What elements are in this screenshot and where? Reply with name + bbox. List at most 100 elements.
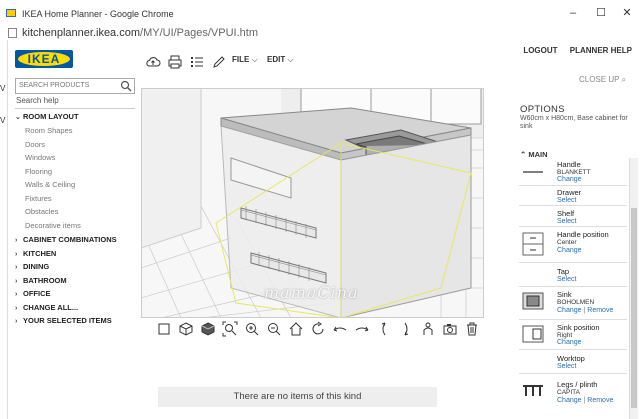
category-bathroom[interactable]: › BATHROOM xyxy=(15,276,67,285)
chevron-down-icon: ⌄ xyxy=(15,114,21,121)
sink-thumbnail xyxy=(522,292,544,310)
option-legs-plinth[interactable]: Legs / plinth CAPITA Change | Remove xyxy=(519,374,627,419)
trash-icon[interactable] xyxy=(464,320,480,338)
option-value: CAPITA xyxy=(557,389,580,396)
room-layout-item[interactable]: Obstacles xyxy=(25,207,58,216)
option-name: Tap xyxy=(557,267,570,276)
camera-icon[interactable] xyxy=(442,320,458,338)
category-dining[interactable]: › DINING xyxy=(15,262,49,271)
option-change-link[interactable]: Change xyxy=(557,397,582,404)
option-name: Handle xyxy=(557,160,581,169)
close-up-icon: ⌕ xyxy=(621,75,626,84)
option-name: Sink xyxy=(557,290,572,299)
room-layout-item[interactable]: Decorative items xyxy=(25,221,81,230)
list-icon[interactable] xyxy=(189,54,205,70)
url-path: /MY/UI/Pages/VPUI.htm xyxy=(140,27,258,39)
category-cabinet-combinations[interactable]: › CABINET COMBINATIONS xyxy=(15,235,117,244)
maximize-icon[interactable]: ☐ xyxy=(594,6,608,20)
option-worktop[interactable]: Worktop Select xyxy=(519,350,627,374)
cube-outline-icon[interactable] xyxy=(178,320,194,338)
minimize-icon[interactable]: – xyxy=(566,6,580,20)
search-icon[interactable] xyxy=(120,80,132,92)
cube-solid-icon[interactable] xyxy=(200,320,216,338)
edit-menu[interactable]: EDIT ⌵ xyxy=(267,55,294,65)
option-remove-link[interactable]: Remove xyxy=(587,307,613,314)
rotate-left-icon[interactable] xyxy=(376,320,392,338)
box-icon[interactable] xyxy=(156,320,172,338)
option-select-link[interactable]: Select xyxy=(557,363,576,370)
option-drawer[interactable]: Drawer Select xyxy=(519,186,627,206)
print-icon[interactable] xyxy=(167,54,183,70)
person-view-icon[interactable] xyxy=(420,320,436,338)
address-bar[interactable]: kitchenplanner.ikea.com/MY/UI/Pages/VPUI… xyxy=(0,26,640,40)
window-titlebar: IKEA Home Planner - Google Chrome – ☐ ✕ xyxy=(0,0,640,26)
search-help-link[interactable]: Search help xyxy=(16,96,59,105)
edit-menu-label: EDIT xyxy=(267,55,286,64)
room-layout-item[interactable]: Room Shapes xyxy=(25,126,73,135)
arrow-right-icon[interactable] xyxy=(354,320,370,338)
rotate-icon[interactable] xyxy=(310,320,326,338)
pencil-icon[interactable] xyxy=(211,54,227,70)
chevron-right-icon: › xyxy=(15,305,18,312)
logo-text: IKEA xyxy=(27,52,61,66)
option-select-link[interactable]: Select xyxy=(557,197,576,204)
option-sink-position[interactable]: Sink position Right Change xyxy=(519,320,627,350)
option-change-link[interactable]: Change xyxy=(557,247,582,254)
zoom-fit-icon[interactable] xyxy=(222,320,238,338)
category-kitchen[interactable]: › KITCHEN xyxy=(15,249,56,258)
arrow-left-icon[interactable] xyxy=(332,320,348,338)
window-title: IKEA Home Planner - Google Chrome xyxy=(22,9,174,19)
home-icon[interactable] xyxy=(288,320,304,338)
option-change-link[interactable]: Change xyxy=(557,307,582,314)
category-label: DINING xyxy=(23,262,50,271)
option-handle[interactable]: Handle BLANKETT Change xyxy=(519,158,627,186)
option-shelf[interactable]: Shelf Select xyxy=(519,206,627,227)
option-value: BOHOLMEN xyxy=(557,299,595,306)
option-remove-link[interactable]: Remove xyxy=(587,397,613,404)
ikea-logo[interactable]: IKEA xyxy=(15,50,73,68)
scrollbar-thumb[interactable] xyxy=(631,208,637,408)
url-text[interactable]: kitchenplanner.ikea.com/MY/UI/Pages/VPUI… xyxy=(22,27,258,39)
category-label: OFFICE xyxy=(23,289,51,298)
zoom-out-icon[interactable] xyxy=(266,320,282,338)
rotate-right-icon[interactable] xyxy=(398,320,414,338)
category-change-all[interactable]: › CHANGE ALL... xyxy=(15,303,78,312)
search-input[interactable]: SEARCH PRODUCTS xyxy=(15,78,135,94)
handle-position-thumbnail xyxy=(522,232,544,256)
category-office[interactable]: › OFFICE xyxy=(15,289,51,298)
file-menu[interactable]: FILE ⌵ xyxy=(232,55,258,65)
chevron-down-icon: ⌵ xyxy=(251,55,258,64)
option-select-link[interactable]: Select xyxy=(557,276,576,283)
zoom-in-icon[interactable] xyxy=(244,320,260,338)
no-items-message: There are no items of this kind xyxy=(158,387,437,407)
options-scrollbar[interactable] xyxy=(629,158,638,419)
3d-view-canvas[interactable]: mamaCina xyxy=(141,88,484,318)
legs-thumbnail xyxy=(523,385,543,396)
planner-help-link[interactable]: PLANNER HELP xyxy=(570,46,632,55)
option-change-link[interactable]: Change xyxy=(557,339,582,346)
option-tap[interactable]: Tap Select xyxy=(519,263,627,287)
category-your-selected-items[interactable]: › YOUR SELECTED ITEMS xyxy=(15,316,112,325)
category-label: CHANGE ALL... xyxy=(23,303,79,312)
chevron-right-icon: › xyxy=(15,237,18,244)
edge-text-2: V xyxy=(0,116,6,125)
option-select-link[interactable]: Select xyxy=(557,218,576,225)
close-up-button[interactable]: CLOSE UP ⌕ xyxy=(579,75,626,85)
room-layout-item[interactable]: Doors xyxy=(25,140,45,149)
option-name: Legs / plinth xyxy=(557,380,598,389)
room-layout-item[interactable]: Windows xyxy=(25,153,55,162)
close-icon[interactable]: ✕ xyxy=(620,6,634,20)
logout-link[interactable]: LOGOUT xyxy=(523,46,557,55)
cloud-save-icon[interactable] xyxy=(145,54,161,70)
category-label: BATHROOM xyxy=(23,276,67,285)
option-change-link[interactable]: Change xyxy=(557,176,582,183)
option-name: Handle position xyxy=(557,230,609,239)
room-layout-item[interactable]: Fixtures xyxy=(25,194,52,203)
page-icon xyxy=(8,28,17,38)
room-layout-item[interactable]: Walls & Ceiling xyxy=(25,180,75,189)
options-list: Handle BLANKETT Change Drawer Select She… xyxy=(519,158,627,419)
category-room-layout[interactable]: ⌄ ROOM LAYOUT xyxy=(15,112,79,121)
option-handle-position[interactable]: Handle position Center Change xyxy=(519,227,627,263)
room-layout-item[interactable]: Flooring xyxy=(25,167,52,176)
option-sink[interactable]: Sink BOHOLMEN Change | Remove xyxy=(519,287,627,320)
